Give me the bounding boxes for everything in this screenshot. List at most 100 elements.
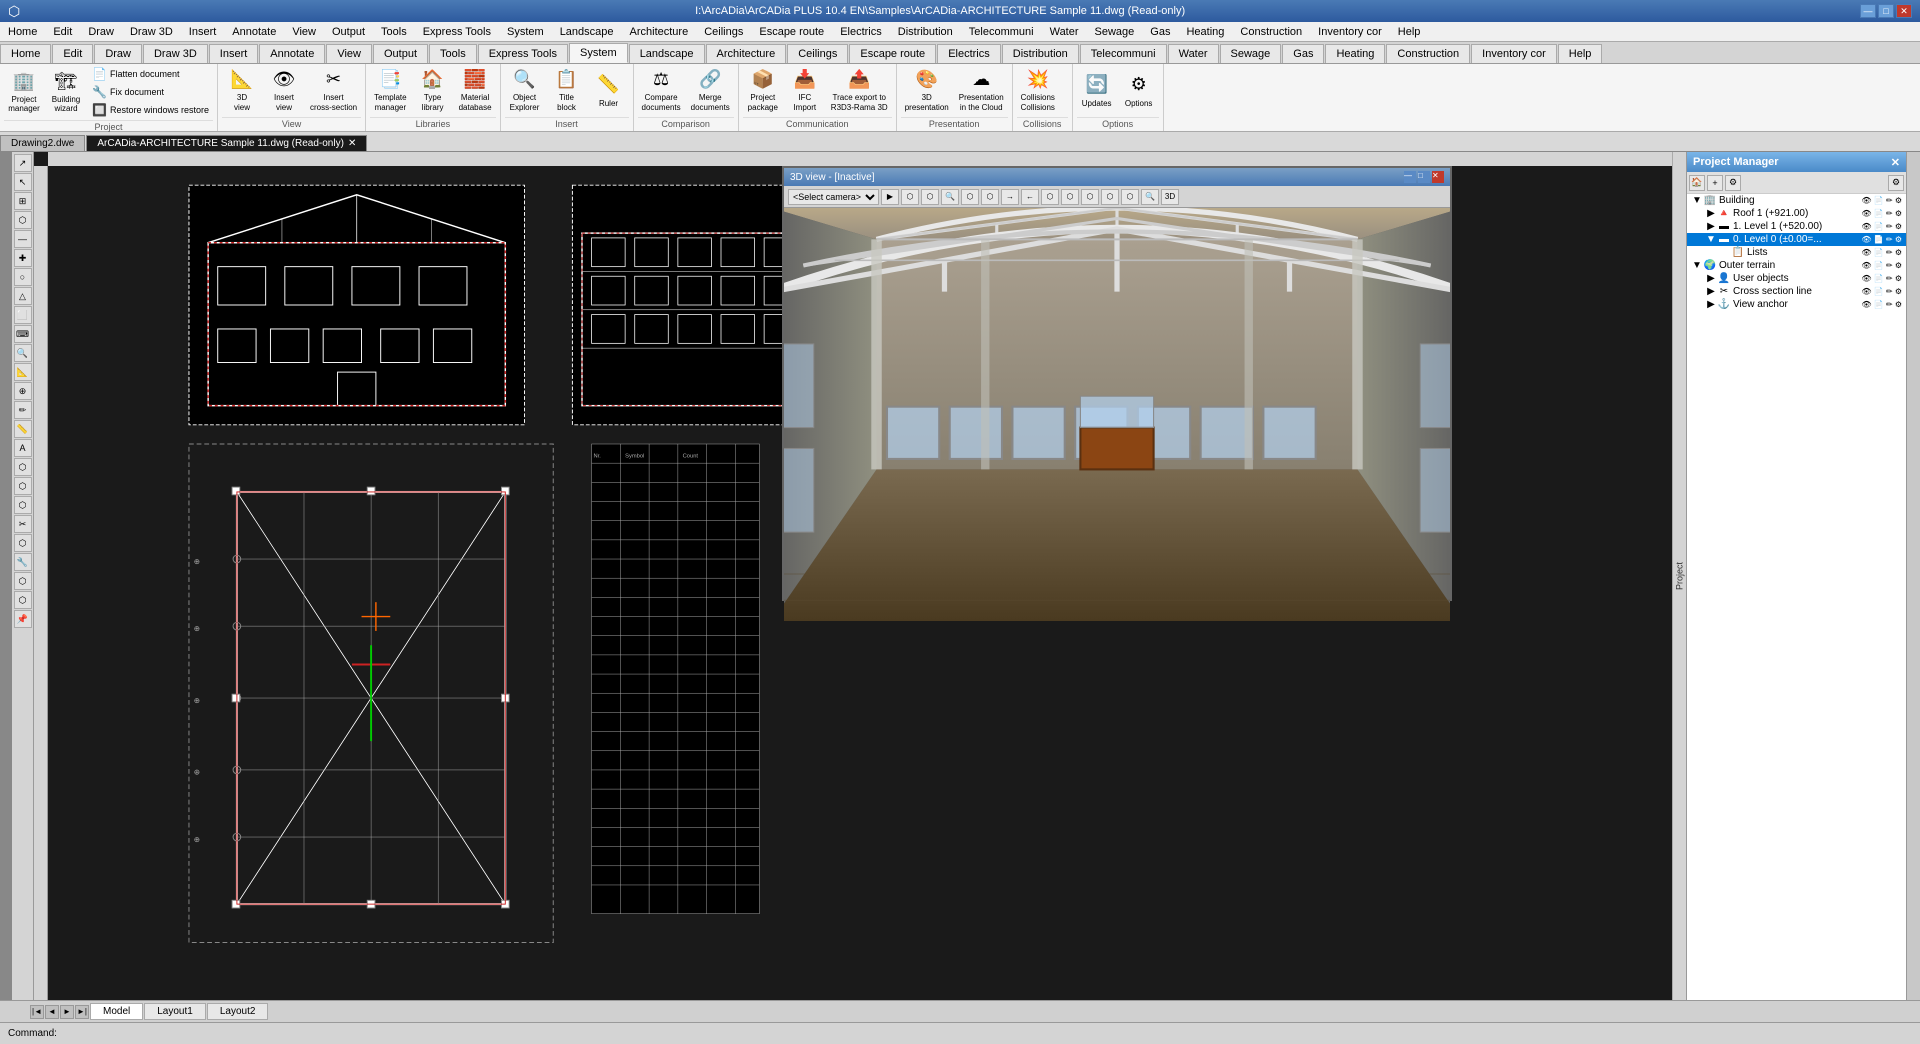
menu-item-draw-3d[interactable]: Draw 3D: [122, 24, 181, 40]
3d-tool-13[interactable]: ⬡: [1121, 189, 1139, 205]
pm-tree-item[interactable]: ▼🏢Building👁 📄 ✏ ⚙: [1687, 194, 1906, 207]
drawing-area[interactable]: ⊕ ⊕ ⊕ ⊕ ⊕: [48, 166, 1672, 1000]
menu-item-ceilings[interactable]: Ceilings: [696, 24, 751, 40]
ribbon-btn-3d-view[interactable]: 📐3D view: [222, 67, 262, 115]
tab-close-btn[interactable]: ✕: [348, 138, 356, 149]
menu-item-telecommuni[interactable]: Telecommuni: [961, 24, 1042, 40]
3d-tool-12[interactable]: ⬡: [1101, 189, 1119, 205]
ribbon-btn-3d-presentation[interactable]: 🎨3D presentation: [901, 67, 953, 115]
3d-tool-14[interactable]: 🔍: [1141, 189, 1159, 205]
ribbon-btn-small-flatten-document[interactable]: 📄Flatten document: [88, 66, 213, 82]
ribbon-btn-template-manager[interactable]: 📑Template manager: [370, 67, 410, 115]
3d-tool-2[interactable]: ⬡: [901, 189, 919, 205]
3d-tool-5[interactable]: ⬡: [961, 189, 979, 205]
ribbon-tab-home[interactable]: Home: [0, 44, 51, 63]
menu-item-help[interactable]: Help: [1390, 24, 1429, 40]
3d-view-panel[interactable]: 3D view - [Inactive] — □ ✕ <Select camer…: [782, 166, 1452, 601]
ribbon-tab-tools[interactable]: Tools: [429, 44, 477, 63]
ribbon-btn-small-fix-document[interactable]: 🔧Fix document: [88, 84, 213, 100]
doc-tab-arcadia-archite[interactable]: ArCADia-ARCHITECTURE Sample 11.dwg (Read…: [86, 135, 367, 151]
ribbon-btn-material-database[interactable]: 🧱Material database: [455, 67, 496, 115]
ribbon-btn-object-explorer[interactable]: 🔍Object Explorer: [505, 67, 545, 115]
ribbon-btn-building-wizard[interactable]: 🏗Building wizard: [46, 68, 86, 116]
left-tool-19[interactable]: ✂: [14, 515, 32, 533]
left-tool-23[interactable]: ⬡: [14, 591, 32, 609]
left-tool-22[interactable]: ⬡: [14, 572, 32, 590]
doc-tab-drawing2.dwe[interactable]: Drawing2.dwe: [0, 135, 85, 151]
menu-item-output[interactable]: Output: [324, 24, 373, 40]
pm-tree-item[interactable]: ▼🌍Outer terrain👁 📄 ✏ ⚙: [1687, 259, 1906, 272]
left-tool-6[interactable]: ○: [14, 268, 32, 286]
ribbon-tab-draw[interactable]: Draw: [94, 44, 142, 63]
ribbon-btn-title-block[interactable]: 📋Title block: [547, 67, 587, 115]
3d-view-close[interactable]: ✕: [1432, 171, 1444, 183]
maximize-button[interactable]: □: [1878, 4, 1894, 18]
menu-item-escape-route[interactable]: Escape route: [751, 24, 832, 40]
ribbon-tab-edit[interactable]: Edit: [52, 44, 93, 63]
ribbon-tab-inventory-cor[interactable]: Inventory cor: [1471, 44, 1557, 63]
3d-tool-3[interactable]: ⬡: [921, 189, 939, 205]
left-tool-14[interactable]: 📏: [14, 420, 32, 438]
menu-item-system[interactable]: System: [499, 24, 552, 40]
left-tool-12[interactable]: ⊕: [14, 382, 32, 400]
left-tool-13[interactable]: ✏: [14, 401, 32, 419]
ribbon-btn-insert-cross-section[interactable]: ✂Insert cross-section: [306, 67, 361, 115]
minimize-button[interactable]: —: [1860, 4, 1876, 18]
ribbon-btn-ruler[interactable]: 📏Ruler: [589, 67, 629, 115]
3d-view-minimize[interactable]: —: [1404, 171, 1416, 183]
left-tool-11[interactable]: 📐: [14, 363, 32, 381]
pm-tree-item[interactable]: ▶✂Cross section line👁 📄 ✏ ⚙: [1687, 285, 1906, 298]
menu-item-sewage[interactable]: Sewage: [1087, 24, 1143, 40]
ribbon-btn-project-package[interactable]: 📦Project package: [743, 67, 783, 115]
layout-nav-last[interactable]: ►|: [75, 1005, 89, 1019]
menu-item-construction[interactable]: Construction: [1232, 24, 1310, 40]
ribbon-tab-annotate[interactable]: Annotate: [259, 44, 325, 63]
pm-close[interactable]: ✕: [1891, 156, 1900, 169]
left-tool-9[interactable]: ⌨: [14, 325, 32, 343]
left-tool-15[interactable]: A: [14, 439, 32, 457]
3d-tool-4[interactable]: 🔍: [941, 189, 959, 205]
ribbon-tab-gas[interactable]: Gas: [1282, 44, 1324, 63]
ribbon-tab-distribution[interactable]: Distribution: [1002, 44, 1079, 63]
camera-selector[interactable]: <Select camera>: [788, 189, 879, 205]
left-tool-2[interactable]: ⊞: [14, 192, 32, 210]
3d-tool-11[interactable]: ⬡: [1081, 189, 1099, 205]
pm-tree-item[interactable]: ▶⚓View anchor👁 📄 ✏ ⚙: [1687, 298, 1906, 311]
left-tool-24[interactable]: 📌: [14, 610, 32, 628]
menu-item-distribution[interactable]: Distribution: [890, 24, 961, 40]
pm-settings-btn[interactable]: ⚙: [1888, 175, 1904, 191]
left-tool-20[interactable]: ⬡: [14, 534, 32, 552]
ribbon-tab-output[interactable]: Output: [373, 44, 428, 63]
ribbon-btn-small-restore-windows-rest[interactable]: 🔲Restore windows restore: [88, 102, 213, 118]
ribbon-btn-project-manager[interactable]: 🏢Project manager: [4, 68, 44, 116]
ribbon-btn-trace-export-to-r3d3[interactable]: 📤Trace export to R3D3-Rama 3D: [827, 67, 892, 115]
ribbon-btn-updates[interactable]: 🔄Updates: [1077, 67, 1117, 115]
ribbon-tab-water[interactable]: Water: [1168, 44, 1219, 63]
ribbon-tab-landscape[interactable]: Landscape: [629, 44, 705, 63]
menu-item-gas[interactable]: Gas: [1142, 24, 1178, 40]
layout-tab-model[interactable]: Model: [90, 1003, 143, 1020]
left-tool-3[interactable]: ⬡: [14, 211, 32, 229]
pm-tree-item[interactable]: ▶👤User objects👁 📄 ✏ ⚙: [1687, 272, 1906, 285]
3d-tool-8[interactable]: ←: [1021, 189, 1039, 205]
left-tool-0[interactable]: ↗: [14, 154, 32, 172]
menu-item-view[interactable]: View: [284, 24, 324, 40]
menu-item-water[interactable]: Water: [1042, 24, 1087, 40]
left-tool-5[interactable]: ✚: [14, 249, 32, 267]
pm-tree-item[interactable]: 📋Lists👁 📄 ✏ ⚙: [1687, 246, 1906, 259]
left-tool-10[interactable]: 🔍: [14, 344, 32, 362]
ribbon-tab-heating[interactable]: Heating: [1325, 44, 1385, 63]
ribbon-tab-system[interactable]: System: [569, 43, 628, 63]
layout-tab-layout2[interactable]: Layout2: [207, 1003, 269, 1020]
pm-toolbar-btn3[interactable]: ⚙: [1725, 175, 1741, 191]
layout-tab-layout1[interactable]: Layout1: [144, 1003, 206, 1020]
left-tool-21[interactable]: 🔧: [14, 553, 32, 571]
menu-item-inventory-cor[interactable]: Inventory cor: [1310, 24, 1390, 40]
menu-item-draw[interactable]: Draw: [80, 24, 122, 40]
left-tool-16[interactable]: ⬡: [14, 458, 32, 476]
pm-tree-item[interactable]: ▼▬0. Level 0 (±0.00=...👁 📄 ✏ ⚙: [1687, 233, 1906, 246]
ribbon-tab-help[interactable]: Help: [1558, 44, 1603, 63]
ribbon-tab-ceilings[interactable]: Ceilings: [787, 44, 848, 63]
left-tool-8[interactable]: ⬜: [14, 306, 32, 324]
3d-tool-10[interactable]: ⬡: [1061, 189, 1079, 205]
